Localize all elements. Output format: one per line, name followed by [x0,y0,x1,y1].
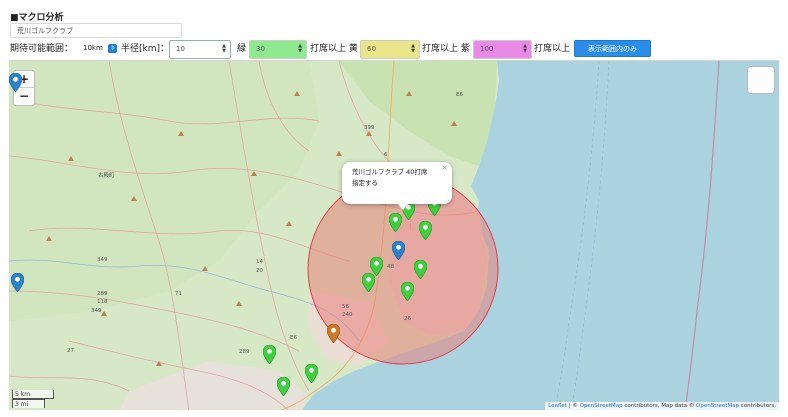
radius-value: 10 [176,45,185,53]
stepper-icon[interactable]: ▲ ▼ [298,44,302,54]
layer-control-button[interactable] [747,66,775,94]
popup-tip [397,203,409,210]
map-label-road: E6 [290,335,297,341]
green-suffix: 打席以上 黄 [310,44,358,54]
yellow-threshold-value: 60 [367,45,376,53]
map-label-road: 349 [91,308,102,314]
osm-link[interactable]: OpenStreetMap [696,403,739,409]
map-label-road: 27 [67,348,74,354]
leaflet-link[interactable]: Leaflet [548,403,567,409]
scale-km: 5 km [12,390,54,399]
green-threshold-input[interactable]: 30 ▲ ▼ [249,40,307,59]
chevron-updown-icon: ⇕ [108,44,117,53]
map-label-road: 14 [256,259,263,265]
map-label-road: 240 [342,312,353,318]
map-label-road: 289 [239,349,250,355]
map-label-town: 古殿町 [98,173,115,179]
stepper-icon[interactable]: ▲ ▼ [222,44,226,54]
orange-marker[interactable] [327,324,340,343]
course-name-input[interactable]: 荒川ゴルフクラブ [10,23,182,38]
purple-suffix: 打席以上 [534,44,571,54]
map-label-road: 20 [256,268,263,274]
blue-marker[interactable] [9,73,22,92]
popup-course-info: 荒川ゴルフクラブ 40打席 [352,168,428,176]
green-marker[interactable] [414,260,427,279]
green-marker[interactable] [362,273,375,292]
osm-link[interactable]: OpenStreetMap [580,403,623,409]
map-label-road: 289 [97,291,108,297]
purple-threshold-input[interactable]: 100 ▲ ▼ [473,40,532,59]
marker-popup: × 荒川ゴルフクラブ 40打席 指定する [342,162,452,204]
green-marker[interactable] [419,221,432,240]
yellow-suffix: 打席以上 紫 [422,44,470,54]
attribution-text: contributors, Map data © [622,403,697,409]
map-label-road: 399 [364,125,375,131]
green-marker[interactable] [305,364,318,383]
map-attribution: Leaflet | © OpenStreetMap contributors, … [545,402,779,410]
popup-select-link[interactable]: 指定する [352,178,444,189]
map-label-road: 349 [97,257,108,263]
macro-analysis-page: ■マクロ分析 荒川ゴルフクラブ 期待可能範囲： 10km ⇕ 半径[km]： 1… [0,0,788,417]
map-label-road: E6 [456,92,463,98]
blue-marker-selected[interactable] [392,241,405,260]
map-view[interactable]: 古殿町 349 349 289 289 118 71 27 14 20 399 … [9,60,779,410]
purple-threshold-value: 100 [480,45,494,53]
section-title: ■マクロ分析 [10,13,64,23]
radius-input[interactable]: 10 ▲ ▼ [169,40,231,59]
green-label: 緑 [237,44,247,54]
popup-close-button[interactable]: × [441,162,448,173]
attribution-text: contributors, [739,403,776,409]
scale-bar: 5 km 3 mi [12,390,54,408]
green-marker[interactable] [277,377,290,396]
radius-label: 半径[km]： [121,44,170,54]
stepper-icon[interactable]: ▲ ▼ [411,44,415,54]
green-marker[interactable] [401,282,414,301]
range-label: 期待可能範囲： [10,44,74,54]
green-threshold-value: 30 [256,45,265,53]
green-marker[interactable] [389,213,402,232]
scale-mi: 3 mi [12,399,45,408]
map-label-road: 6 [384,152,388,158]
stepper-icon[interactable]: ▲ ▼ [523,44,527,54]
range-select-value: 10km [83,44,103,52]
map-label-road: 118 [97,299,108,305]
map-label-road: 48 [387,264,394,270]
filter-toolbar: 期待可能範囲： 10km ⇕ 半径[km]： 10 ▲ ▼ 緑 30 ▲ ▼ 打席以… [0,40,788,59]
map-tiles [9,61,779,410]
blue-marker[interactable] [11,273,24,292]
attribution-text: | © [566,403,580,409]
show-in-range-button[interactable]: 表示範囲内のみ [574,40,651,57]
yellow-threshold-input[interactable]: 60 ▲ ▼ [360,40,420,59]
green-marker[interactable] [263,345,276,364]
map-label-road: 26 [404,316,411,322]
range-select[interactable]: 10km ⇕ [80,42,118,55]
map-label-road: 71 [175,291,182,297]
map-label-road: 56 [342,304,349,310]
